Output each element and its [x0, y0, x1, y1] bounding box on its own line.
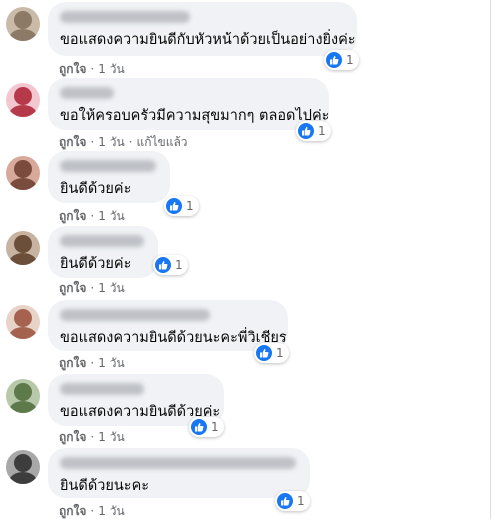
comment-text: ยินดีด้วยค่ะ	[60, 256, 132, 272]
avatar[interactable]	[6, 83, 40, 117]
comment-item: ยินดีด้วยนะคะ 1 ถูกใจ · 1 วัน	[0, 448, 495, 519]
edited-label[interactable]: แก้ไขแล้ว	[136, 133, 187, 152]
like-icon	[155, 257, 171, 273]
timestamp-link[interactable]: 1 วัน	[98, 502, 124, 521]
reaction-count: 1	[211, 420, 219, 434]
reaction-count: 1	[318, 124, 326, 138]
reaction-count: 1	[186, 199, 194, 213]
reaction-summary[interactable]: 1	[296, 121, 331, 141]
comment-actions: ถูกใจ · 1 วัน	[59, 428, 125, 447]
comment-item: ขอแสดงความยินดีกับหัวหน้าด้วยเป็นอย่างยิ…	[0, 2, 495, 76]
commenter-name[interactable]	[60, 383, 144, 395]
comment-item: ยินดีด้วยค่ะ 1 ถูกใจ · 1 วัน	[0, 151, 495, 223]
commenter-name[interactable]	[60, 235, 144, 247]
reaction-summary[interactable]: 1	[164, 196, 199, 216]
comment-actions: ถูกใจ · 1 วัน	[59, 60, 125, 79]
timestamp-link[interactable]: 1 วัน	[98, 428, 124, 447]
comment-bubble: ขอให้ครอบครัวมีความสุขมากๆ ตลอดไปค่ะ	[48, 78, 329, 130]
comment-item: ยินดีด้วยค่ะ 1 ถูกใจ · 1 วัน	[0, 226, 495, 298]
like-icon	[326, 52, 342, 68]
comment-text: ขอให้ครอบครัวมีความสุขมากๆ ตลอดไปค่ะ	[60, 108, 330, 124]
comment-bubble: ยินดีด้วยค่ะ	[48, 226, 158, 278]
avatar[interactable]	[6, 450, 40, 484]
comment-bubble: ยินดีด้วยค่ะ	[48, 151, 170, 203]
avatar[interactable]	[6, 231, 40, 265]
comment-actions: ถูกใจ · 1 วัน	[59, 354, 125, 373]
comment-actions: ถูกใจ · 1 วัน	[59, 502, 125, 521]
like-link[interactable]: ถูกใจ	[59, 428, 86, 447]
commenter-name[interactable]	[60, 160, 156, 172]
comment-item: ขอแสดงความยินดีด้วยค่ะ 1 ถูกใจ · 1 วัน	[0, 374, 495, 446]
like-icon	[298, 123, 314, 139]
reaction-count: 1	[346, 53, 354, 67]
comment-bubble: ยินดีด้วยนะคะ	[48, 448, 310, 498]
like-icon	[166, 198, 182, 214]
commenter-name[interactable]	[60, 457, 296, 469]
comment-actions: ถูกใจ · 1 วัน	[59, 279, 125, 298]
like-icon	[191, 419, 207, 435]
timestamp-link[interactable]: 1 วัน	[98, 207, 124, 226]
comment-item: ขอแสดงความยินดีด้วยนะคะพี่วิเชียร 1 ถูกใ…	[0, 300, 495, 372]
reaction-summary[interactable]: 1	[324, 50, 359, 70]
reaction-count: 1	[297, 494, 305, 508]
like-link[interactable]: ถูกใจ	[59, 207, 86, 226]
reaction-summary[interactable]: 1	[275, 491, 310, 511]
reaction-summary[interactable]: 1	[189, 417, 224, 437]
commenter-name[interactable]	[60, 11, 190, 23]
comment-text: ยินดีด้วยนะคะ	[60, 478, 150, 494]
timestamp-link[interactable]: 1 วัน	[98, 133, 124, 152]
like-link[interactable]: ถูกใจ	[59, 60, 86, 79]
timestamp-link[interactable]: 1 วัน	[98, 354, 124, 373]
comment-text: ขอแสดงความยินดีด้วยนะคะพี่วิเชียร	[60, 330, 287, 346]
reaction-count: 1	[276, 346, 284, 360]
comment-bubble: ขอแสดงความยินดีกับหัวหน้าด้วยเป็นอย่างยิ…	[48, 2, 357, 56]
avatar[interactable]	[6, 156, 40, 190]
timestamp-link[interactable]: 1 วัน	[98, 60, 124, 79]
reaction-count: 1	[175, 258, 183, 272]
like-link[interactable]: ถูกใจ	[59, 133, 86, 152]
comment-text: ขอแสดงความยินดีกับหัวหน้าด้วยเป็นอย่างยิ…	[60, 32, 356, 48]
like-link[interactable]: ถูกใจ	[59, 279, 86, 298]
like-icon	[256, 345, 272, 361]
avatar[interactable]	[6, 379, 40, 413]
comment-actions: ถูกใจ · 1 วัน · แก้ไขแล้ว	[59, 133, 188, 152]
like-link[interactable]: ถูกใจ	[59, 502, 86, 521]
like-link[interactable]: ถูกใจ	[59, 354, 86, 373]
commenter-name[interactable]	[60, 309, 210, 321]
like-icon	[277, 493, 293, 509]
comment-actions: ถูกใจ · 1 วัน	[59, 207, 125, 226]
comment-bubble: ขอแสดงความยินดีด้วยนะคะพี่วิเชียร	[48, 300, 288, 351]
avatar[interactable]	[6, 305, 40, 339]
reaction-summary[interactable]: 1	[153, 255, 188, 275]
timestamp-link[interactable]: 1 วัน	[98, 279, 124, 298]
comment-item: ขอให้ครอบครัวมีความสุขมากๆ ตลอดไปค่ะ 1 ถ…	[0, 78, 495, 150]
commenter-name[interactable]	[60, 87, 114, 99]
comment-text: ยินดีด้วยค่ะ	[60, 181, 132, 197]
avatar[interactable]	[6, 7, 40, 41]
reaction-summary[interactable]: 1	[254, 343, 289, 363]
